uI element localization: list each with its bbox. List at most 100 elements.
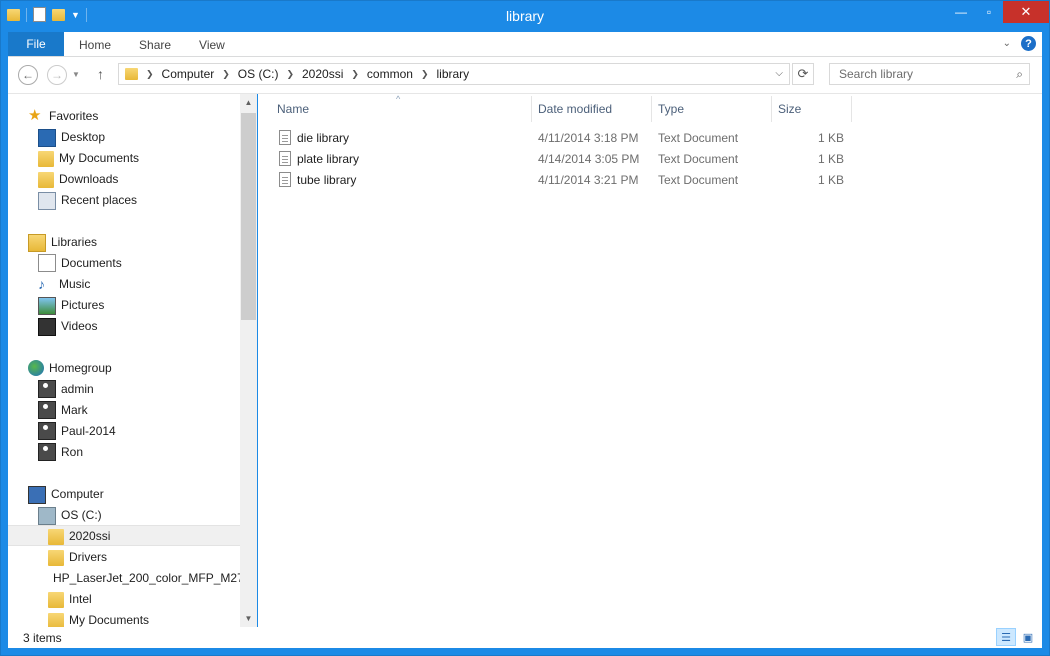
file-row[interactable]: tube library 4/11/2014 3:21 PM Text Docu…: [258, 169, 858, 190]
nav-label: OS (C:): [61, 507, 102, 522]
file-row[interactable]: plate library 4/14/2014 3:05 PM Text Doc…: [258, 148, 858, 169]
nav-item-pictures[interactable]: Pictures: [38, 294, 104, 315]
nav-libraries[interactable]: Libraries: [28, 231, 97, 252]
recent-locations-icon[interactable]: ▼: [72, 70, 80, 79]
window-title: library: [505, 8, 545, 24]
view-switcher: ☰ ▣: [996, 628, 1038, 646]
column-label: Size: [778, 101, 802, 116]
title-bar: ▼ library — ▫ ✕: [1, 1, 1049, 32]
nav-favorites[interactable]: ★ Favorites: [28, 105, 98, 126]
nav-item-drivers[interactable]: Drivers: [48, 546, 107, 567]
forward-button[interactable]: →: [47, 65, 67, 85]
desktop-icon: [38, 129, 56, 147]
close-button[interactable]: ✕: [1003, 1, 1049, 23]
file-date: 4/14/2014 3:05 PM: [538, 151, 640, 166]
nav-item-documents[interactable]: Documents: [38, 252, 122, 273]
nav-computer[interactable]: Computer: [28, 483, 104, 504]
back-button[interactable]: ←: [18, 65, 38, 85]
chevron-right-icon[interactable]: ❯: [222, 69, 230, 80]
nav-label: Homegroup: [49, 360, 112, 375]
nav-homegroup[interactable]: Homegroup: [28, 357, 112, 378]
recent-places-icon: [38, 191, 56, 210]
chevron-right-icon[interactable]: ❯: [421, 69, 429, 80]
file-date: 4/11/2014 3:21 PM: [538, 172, 639, 187]
nav-label: 2020ssi: [69, 528, 111, 543]
column-header-date[interactable]: Date modified: [532, 94, 652, 123]
tab-view[interactable]: View: [199, 38, 225, 52]
scroll-up-icon[interactable]: ▲: [240, 94, 257, 111]
nav-item-recent-places[interactable]: Recent places: [38, 189, 137, 210]
crumb-library[interactable]: library: [436, 67, 469, 81]
nav-label: admin: [61, 381, 94, 396]
chevron-right-icon[interactable]: ❯: [286, 69, 294, 80]
chevron-right-icon[interactable]: ❯: [351, 69, 359, 80]
videos-icon: [38, 317, 56, 336]
nav-label: My Documents: [69, 612, 150, 627]
nav-item-mark[interactable]: Mark: [38, 399, 88, 420]
search-icon[interactable]: ⌕: [1016, 67, 1023, 82]
scroll-thumb[interactable]: [241, 113, 256, 320]
tab-home[interactable]: Home: [79, 38, 111, 52]
refresh-button[interactable]: ⟳: [792, 63, 814, 85]
folder-icon: [48, 592, 64, 608]
nav-item-hp-laserjet[interactable]: HP_LaserJet_200_color_MFP_M27: [48, 567, 240, 588]
nav-item-os-c[interactable]: OS (C:): [38, 504, 102, 525]
text-file-icon: [279, 172, 291, 187]
folder-icon: [48, 550, 64, 566]
nav-item-desktop[interactable]: Desktop: [38, 126, 105, 147]
crumb-common[interactable]: common: [367, 67, 413, 81]
address-bar[interactable]: ❯ Computer ❯ OS (C:) ❯ 2020ssi ❯ common …: [118, 63, 790, 85]
nav-item-2020ssi[interactable]: 2020ssi: [8, 525, 240, 546]
file-date: 4/11/2014 3:18 PM: [538, 130, 639, 145]
downloads-icon: [38, 172, 54, 188]
star-icon: ★: [28, 106, 42, 124]
file-type: Text Document: [658, 151, 739, 166]
drive-icon: [38, 507, 56, 525]
window-controls: — ▫ ✕: [947, 1, 1049, 23]
expand-ribbon-icon[interactable]: ⌄: [1003, 38, 1011, 49]
nav-label: Mark: [61, 402, 88, 417]
nav-item-music[interactable]: ♪ Music: [38, 273, 90, 294]
nav-item-ron[interactable]: Ron: [38, 441, 83, 462]
address-row: ← → ▼ ↑ ❯ Computer ❯ OS (C:) ❯ 2020ssi ❯…: [8, 57, 1042, 94]
large-icons-view-icon[interactable]: ▣: [1018, 628, 1038, 646]
nav-item-admin[interactable]: admin: [38, 378, 94, 399]
explorer-window: ▼ library — ▫ ✕ File Home Share View ⌄ ?…: [0, 0, 1050, 656]
folder-icon: [48, 613, 64, 627]
chevron-right-icon[interactable]: ❯: [146, 69, 154, 80]
minimize-button[interactable]: —: [947, 1, 975, 23]
nav-label: Downloads: [59, 171, 119, 186]
nav-item-paul-2014[interactable]: Paul-2014: [38, 420, 116, 441]
crumb-os-c[interactable]: OS (C:): [238, 67, 279, 81]
text-file-icon: [279, 130, 291, 145]
help-icon[interactable]: ?: [1021, 36, 1036, 51]
tab-share[interactable]: Share: [139, 38, 171, 52]
folder-icon: [38, 151, 54, 167]
crumb-computer[interactable]: Computer: [162, 67, 215, 81]
tab-file[interactable]: File: [8, 32, 64, 56]
column-header-name[interactable]: Name: [271, 94, 531, 123]
user-icon: [38, 380, 56, 398]
file-size: 1 KB: [817, 172, 844, 187]
maximize-button[interactable]: ▫: [975, 1, 1003, 23]
file-name-cell: die library: [279, 127, 349, 148]
scroll-down-icon[interactable]: ▼: [240, 610, 257, 627]
column-separator[interactable]: [851, 96, 852, 122]
column-header-size[interactable]: Size: [772, 94, 852, 123]
search-input[interactable]: [837, 66, 1011, 82]
nav-label: Desktop: [61, 129, 106, 144]
column-header-type[interactable]: Type: [652, 94, 772, 123]
nav-item-videos[interactable]: Videos: [38, 315, 97, 336]
nav-item-intel[interactable]: Intel: [48, 588, 92, 609]
nav-item-my-documents[interactable]: My Documents: [38, 147, 139, 168]
file-type: Text Document: [658, 172, 739, 187]
user-icon: [38, 401, 56, 419]
chevron-down-icon[interactable]: ⌵: [775, 68, 783, 79]
nav-item-my-documents-c[interactable]: My Documents: [48, 609, 149, 627]
nav-item-downloads[interactable]: Downloads: [38, 168, 118, 189]
up-button[interactable]: ↑: [97, 66, 104, 82]
details-view-icon[interactable]: ☰: [996, 628, 1016, 646]
nav-scrollbar[interactable]: ▲ ▼: [240, 94, 257, 627]
crumb-2020ssi[interactable]: 2020ssi: [302, 67, 343, 81]
file-row[interactable]: die library 4/11/2014 3:18 PM Text Docum…: [258, 127, 858, 148]
